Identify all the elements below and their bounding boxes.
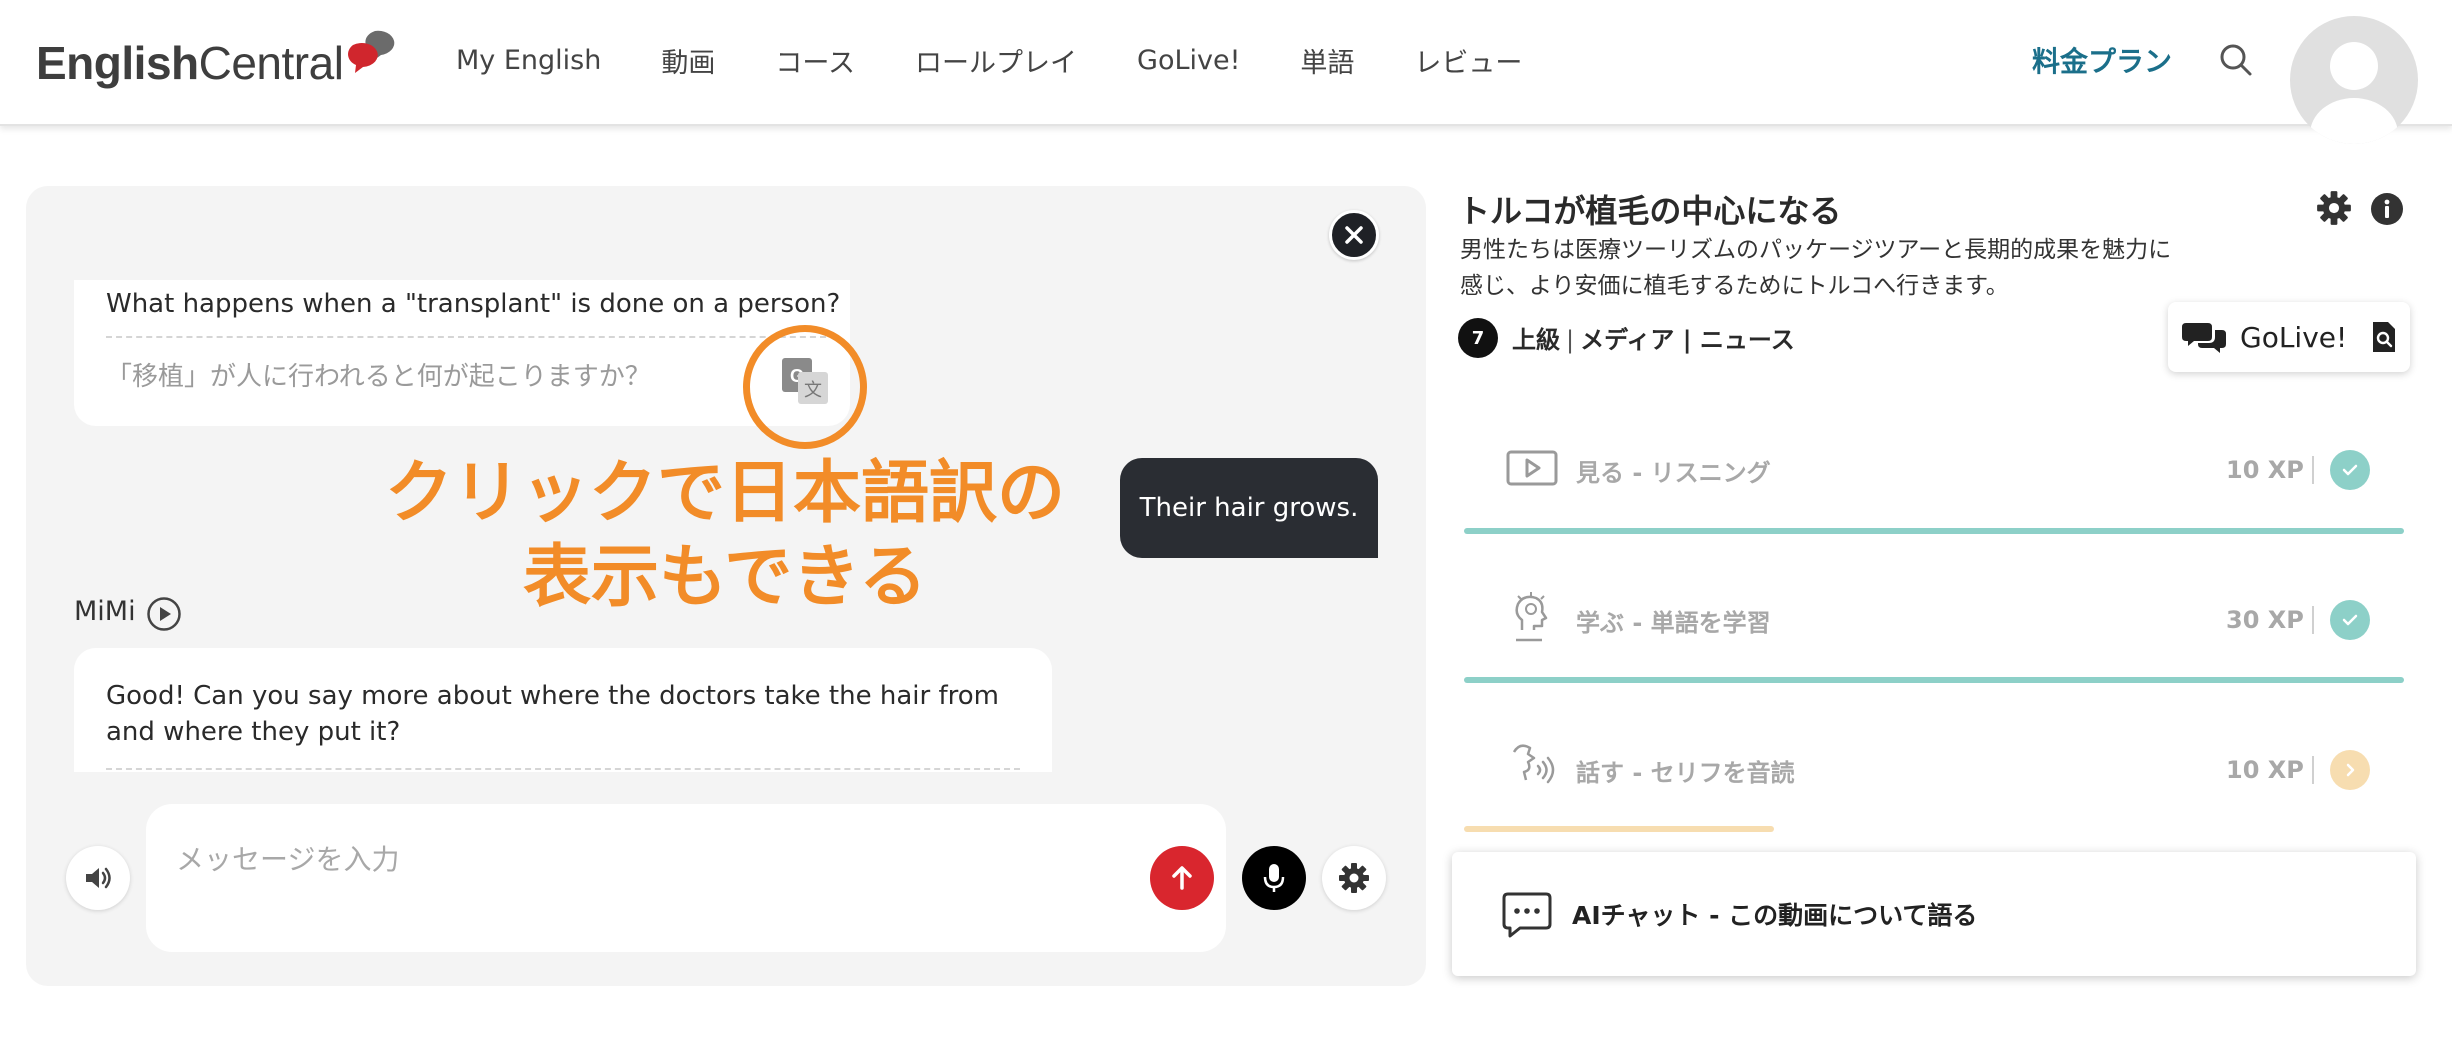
user-message-bubble: Their hair grows. <box>1120 458 1378 558</box>
ai-message-text: What happens when a "transplant" is done… <box>106 289 841 319</box>
lightbulb-head-icon <box>1515 592 1548 642</box>
close-icon <box>1345 226 1363 244</box>
step-divider <box>2312 606 2314 634</box>
user-avatar[interactable] <box>2290 16 2418 144</box>
lesson-title: トルコが植毛の中心になる <box>1458 192 1842 230</box>
message-input-box <box>146 804 1226 952</box>
document-search-icon <box>2373 322 2396 352</box>
pricing-plan-link[interactable]: 料金プラン <box>2032 40 2172 80</box>
ai-message-text: Good! Can you say more about where the d… <box>106 681 999 747</box>
ai-message-bubble: What happens when a "transplant" is done… <box>74 280 850 426</box>
user-silhouette-icon <box>2310 42 2398 144</box>
chat-settings-button[interactable] <box>1322 846 1386 910</box>
chat-bubbles-logo-icon <box>348 30 395 73</box>
step-divider <box>2312 756 2314 784</box>
nav-courses[interactable]: コース <box>775 41 855 80</box>
golive-button[interactable]: GoLive! <box>2168 302 2410 372</box>
ai-chat-step-card[interactable]: AIチャット - この動画について語る <box>1452 852 2416 976</box>
chat-bubbles-icon <box>2182 323 2226 353</box>
ai-message-bubble: Good! Can you say more about where the d… <box>74 648 1052 772</box>
speaking-head-icon <box>1512 744 1555 784</box>
translate-highlight-ring <box>743 325 867 449</box>
step-label: 話す - セリフを音読 <box>1576 758 1795 787</box>
main-nav: My English 動画 コース ロールプレイ GoLive! 単語 レビュー <box>456 0 1582 120</box>
annotation-line-2: 表示もできる <box>523 538 927 617</box>
translation-tip-annotation: クリックで日本語訳の 表示もできる <box>360 452 1090 620</box>
level-separator: | <box>1566 326 1575 354</box>
search-icon[interactable] <box>2216 40 2256 80</box>
user-message-text: Their hair grows. <box>1139 493 1359 523</box>
gear-icon[interactable] <box>2316 190 2352 226</box>
arrow-up-icon <box>1172 866 1192 890</box>
level-badge: 7 <box>1458 318 1498 358</box>
step-watch-listening[interactable]: 見る - リスニング 10 XP <box>1464 430 2404 510</box>
nav-review[interactable]: レビュー <box>1414 41 1522 80</box>
nav-my-english[interactable]: My English <box>456 45 601 76</box>
step-label: 見る - リスニング <box>1576 458 1771 487</box>
englishcentral-logo[interactable]: EnglishCentral <box>36 28 405 98</box>
ai-chat-label: AIチャット - この動画について語る <box>1572 901 1978 930</box>
video-play-icon <box>1506 450 1558 486</box>
lesson-level-category: 上級 | メディア | ニュース <box>1512 320 1795 355</box>
top-header: EnglishCentral My English 動画 コース ロールプレイ … <box>0 0 2452 144</box>
check-icon <box>2330 600 2370 640</box>
nav-golive[interactable]: GoLive! <box>1137 45 1240 76</box>
step-xp: 10 XP <box>2226 456 2304 484</box>
step-label: 学ぶ - 単語を学習 <box>1576 608 1771 637</box>
message-divider <box>106 336 826 338</box>
gear-icon <box>1339 863 1369 893</box>
info-icon[interactable] <box>2370 192 2404 226</box>
close-chat-button[interactable] <box>1329 210 1379 260</box>
logo-text: EnglishCentral <box>36 37 344 89</box>
nav-roleplay[interactable]: ロールプレイ <box>915 41 1077 80</box>
message-input[interactable] <box>176 834 1076 884</box>
step-xp: 10 XP <box>2226 756 2304 784</box>
speaker-name: MiMi <box>74 596 136 627</box>
speaker-icon <box>86 867 111 889</box>
microphone-button[interactable] <box>1242 846 1306 910</box>
volume-button[interactable] <box>66 846 130 910</box>
step-speak-read-aloud[interactable]: 話す - セリフを音読 10 XP <box>1464 730 2404 810</box>
step-progress-bar <box>1464 826 1774 832</box>
category-label: メディア | ニュース <box>1580 326 1795 354</box>
microphone-icon <box>1263 864 1285 892</box>
nav-words[interactable]: 単語 <box>1300 41 1354 80</box>
annotation-line-1: クリックで日本語訳の <box>384 454 1065 533</box>
check-icon <box>2330 450 2370 490</box>
chevron-right-icon <box>2330 750 2370 790</box>
nav-videos[interactable]: 動画 <box>661 41 715 80</box>
step-divider <box>2312 456 2314 484</box>
step-progress-bar <box>1464 677 2404 683</box>
ai-message-translation: 「移植」が人に行われると何が起こりますか？ <box>106 362 651 392</box>
play-audio-icon[interactable] <box>146 596 182 632</box>
step-xp: 30 XP <box>2226 606 2304 634</box>
lesson-description: 男性たちは医療ツーリズムのパッケージツアーと長期的成果を魅力に感じ、より安価に植… <box>1460 237 2172 299</box>
level-label: 上級 <box>1512 326 1560 354</box>
send-button[interactable] <box>1150 846 1214 910</box>
golive-label: GoLive! <box>2240 320 2348 354</box>
step-progress-bar <box>1464 528 2404 534</box>
message-divider <box>106 768 1020 770</box>
chat-dots-icon <box>1502 892 1552 938</box>
step-learn-vocabulary[interactable]: 学ぶ - 単語を学習 30 XP <box>1464 580 2404 660</box>
